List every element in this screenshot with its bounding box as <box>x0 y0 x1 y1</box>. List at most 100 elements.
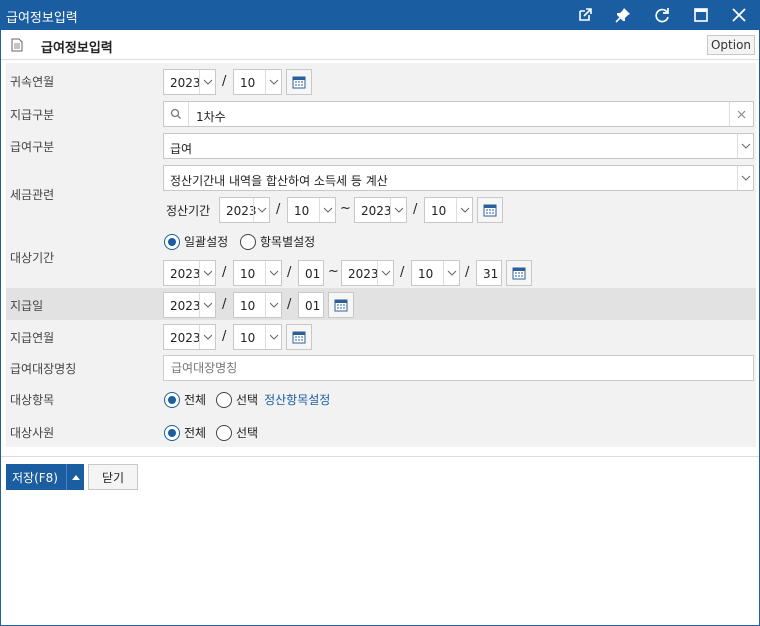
date-separator: / <box>287 265 292 280</box>
close-button[interactable]: 닫기 <box>88 464 138 490</box>
calendar-icon <box>334 299 348 312</box>
clear-icon[interactable] <box>729 102 753 126</box>
belong-month-select[interactable]: 10 <box>233 69 282 95</box>
pin-icon <box>615 8 630 23</box>
settle-from-year-select[interactable]: 2023 <box>219 197 270 223</box>
employees-radio-all[interactable]: 전체 <box>164 424 206 441</box>
calendar-button[interactable] <box>477 197 503 223</box>
chevron-down-icon <box>265 261 281 285</box>
tax-related-label: 세금관련 <box>10 188 55 202</box>
radio-selected-icon <box>164 391 180 408</box>
settle-from-month-select[interactable]: 10 <box>287 197 336 223</box>
date-separator: / <box>465 265 470 280</box>
settle-to-year-select[interactable]: 2023 <box>354 197 407 223</box>
target-items-label: 대상항목 <box>10 393 55 407</box>
option-button[interactable]: Option <box>707 35 755 55</box>
period-to-year-select[interactable]: 2023 <box>341 260 394 286</box>
window-title: 급여정보입력 <box>6 11 78 26</box>
calendar-icon <box>483 204 497 217</box>
period-radio-all[interactable]: 일괄설정 <box>164 233 228 250</box>
salary-type-select[interactable]: 급여 <box>163 133 754 159</box>
period-from-month-select[interactable]: 10 <box>233 260 282 286</box>
ledger-name-label: 급여대장명칭 <box>10 362 77 376</box>
refresh-icon <box>655 8 669 23</box>
period-to-day-input[interactable]: 31 <box>476 260 502 286</box>
radio-unselected-icon <box>216 424 232 441</box>
date-separator: / <box>222 74 227 89</box>
period-to-month-select[interactable]: 10 <box>411 260 460 286</box>
ledger-name-input[interactable] <box>163 355 754 381</box>
save-button[interactable]: 저장(F8) <box>6 464 84 490</box>
pay-date-label: 지급일 <box>10 299 44 313</box>
calendar-icon <box>292 331 306 344</box>
date-separator: / <box>222 297 227 312</box>
date-separator: / <box>400 265 405 280</box>
chevron-down-icon <box>443 261 459 285</box>
target-employees-label: 대상사원 <box>10 426 55 440</box>
settle-items-link[interactable]: 정산항목설정 <box>264 391 330 408</box>
range-tilde: ~ <box>340 201 351 216</box>
chevron-down-icon <box>319 198 335 222</box>
date-separator: / <box>222 265 227 280</box>
popout-button[interactable] <box>566 0 604 30</box>
pay-month-select[interactable]: 10 <box>233 292 282 318</box>
calendar-icon <box>512 267 526 280</box>
period-from-day-input[interactable]: 01 <box>298 260 324 286</box>
pay-date-row-highlight <box>6 288 756 320</box>
belong-year-select[interactable]: 2023 <box>163 69 216 95</box>
paymonth-month-select[interactable]: 10 <box>233 324 282 350</box>
radio-unselected-icon <box>240 233 256 250</box>
footer-divider <box>1 456 759 457</box>
maximize-icon <box>694 8 708 22</box>
radio-selected-icon <box>164 233 180 250</box>
belong-month-label: 귀속연월 <box>10 75 55 89</box>
calendar-button[interactable] <box>506 260 532 286</box>
calendar-button[interactable] <box>286 324 312 350</box>
period-from-year-select[interactable]: 2023 <box>163 260 216 286</box>
document-icon <box>11 38 23 52</box>
maximize-button[interactable] <box>682 0 720 30</box>
refresh-button[interactable] <box>643 0 681 30</box>
chevron-down-icon <box>199 261 215 285</box>
calendar-button[interactable] <box>328 292 354 318</box>
period-radio-each[interactable]: 항목별설정 <box>240 233 315 250</box>
calendar-button[interactable] <box>286 69 312 95</box>
date-separator: / <box>276 202 281 217</box>
items-radio-all[interactable]: 전체 <box>164 391 206 408</box>
date-separator: / <box>413 202 418 217</box>
employees-radio-select[interactable]: 선택 <box>216 424 258 441</box>
date-separator: / <box>222 329 227 344</box>
settle-to-month-select[interactable]: 10 <box>424 197 473 223</box>
date-separator: / <box>287 297 292 312</box>
chevron-down-icon <box>737 166 753 190</box>
caret-up-icon[interactable] <box>66 464 84 490</box>
radio-unselected-icon <box>216 391 232 408</box>
items-radio-select[interactable]: 선택 정산항목설정 <box>216 391 330 408</box>
chevron-down-icon <box>199 325 215 349</box>
paymonth-year-select[interactable]: 2023 <box>163 324 216 350</box>
close-icon <box>732 8 746 22</box>
salary-type-label: 급여구분 <box>10 140 55 154</box>
search-icon[interactable] <box>164 102 189 126</box>
chevron-down-icon <box>265 325 281 349</box>
pay-month-label: 지급연월 <box>10 331 55 345</box>
calendar-icon <box>292 76 306 89</box>
pay-category-field[interactable]: 1차수 <box>163 101 754 127</box>
chevron-down-icon <box>377 261 393 285</box>
pay-category-label: 지급구분 <box>10 108 55 122</box>
chevron-down-icon <box>390 198 406 222</box>
chevron-down-icon <box>265 70 281 94</box>
chevron-down-icon <box>199 293 215 317</box>
chevron-down-icon <box>199 70 215 94</box>
chevron-down-icon <box>253 198 269 222</box>
range-tilde: ~ <box>328 264 339 279</box>
tax-option-select[interactable]: 정산기간내 내역을 합산하여 소득세 등 계산 <box>163 165 754 191</box>
pay-year-select[interactable]: 2023 <box>163 292 216 318</box>
chevron-down-icon <box>456 198 472 222</box>
pin-button[interactable] <box>604 0 642 30</box>
pay-day-input[interactable]: 01 <box>298 292 324 318</box>
page-title: 급여정보입력 <box>41 41 113 56</box>
chevron-down-icon <box>265 293 281 317</box>
target-period-label: 대상기간 <box>10 251 55 265</box>
close-window-button[interactable] <box>720 0 758 30</box>
